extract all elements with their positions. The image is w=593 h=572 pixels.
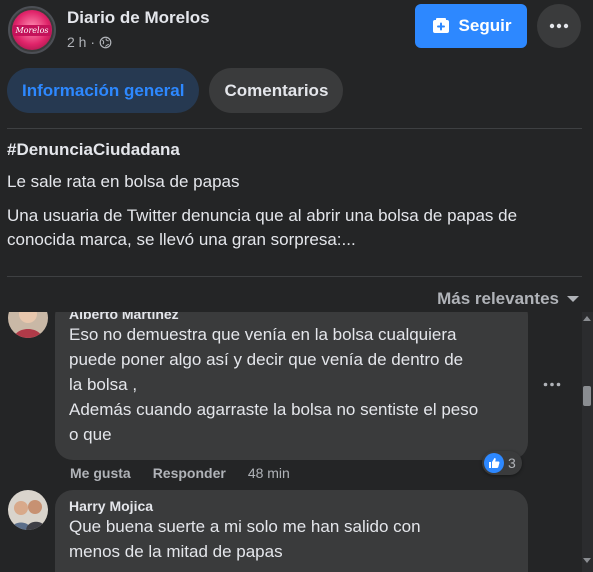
reply-button[interactable]: Responder: [153, 465, 226, 481]
sort-label: Más relevantes: [437, 289, 559, 308]
post-header: Morelos Diario de Morelos 2 h · Seguir: [0, 0, 593, 62]
commenter-name[interactable]: Alberto Martínez: [69, 312, 514, 322]
tab-general-info[interactable]: Información general: [7, 68, 200, 113]
more-options-button[interactable]: [537, 4, 581, 48]
commenter-name[interactable]: Harry Mojica: [69, 498, 514, 514]
comment-options-button[interactable]: [543, 374, 561, 392]
commenter-avatar[interactable]: [8, 312, 48, 338]
follow-label: Seguir: [458, 16, 512, 35]
more-dots-icon: [549, 23, 569, 29]
post-meta: 2 h ·: [67, 34, 112, 50]
commenter-avatar[interactable]: [8, 490, 48, 530]
page-logo: Morelos: [12, 10, 52, 50]
globe-icon: [99, 36, 112, 48]
page-name[interactable]: Diario de Morelos: [67, 8, 210, 28]
post-time[interactable]: 2 h ·: [67, 34, 95, 50]
comment-text: Eso no demuestra que venía en la bolsa c…: [69, 325, 479, 444]
comment-time[interactable]: 48 min: [248, 465, 290, 481]
hashtag-link[interactable]: #DenunciaCiudadana: [7, 140, 582, 160]
post-subtitle: Le sale rata en bolsa de papas: [7, 172, 240, 191]
comment-actions: Me gusta Responder 48 min: [70, 465, 290, 481]
comment-bubble: Harry Mojica Que buena suerte a mi solo …: [55, 490, 528, 572]
reaction-count: 3: [508, 455, 516, 471]
more-dots-icon: [543, 382, 561, 387]
page-avatar[interactable]: Morelos: [8, 6, 56, 54]
avatar-photo: [8, 312, 48, 338]
divider: [7, 128, 582, 129]
page-logo-text: Morelos: [13, 24, 51, 36]
avatar-photo: [8, 490, 48, 530]
divider: [7, 276, 582, 277]
comments-list: Alberto Martínez Eso no demuestra que ve…: [0, 312, 593, 572]
scrollbar[interactable]: [582, 312, 593, 572]
like-icon: [484, 453, 504, 473]
comment-text: Que buena suerte a mi solo me han salido…: [69, 517, 421, 561]
caret-down-icon: [567, 296, 579, 302]
tab-comments[interactable]: Comentarios: [209, 68, 344, 113]
post-text: Una usuaria de Twitter denuncia que al a…: [7, 206, 518, 249]
post-body: #DenunciaCiudadana Le sale rata en bolsa…: [7, 140, 582, 252]
scrollbar-thumb[interactable]: [583, 386, 591, 406]
comment-bubble: Alberto Martínez Eso no demuestra que ve…: [55, 312, 528, 460]
follow-page-icon: [432, 18, 449, 33]
comment-sort-dropdown[interactable]: Más relevantes: [437, 289, 579, 309]
reaction-count-badge[interactable]: 3: [482, 451, 522, 475]
follow-button[interactable]: Seguir: [415, 4, 527, 48]
tab-bar: Información general Comentarios: [7, 68, 344, 113]
scroll-up-arrow-icon[interactable]: [583, 316, 591, 321]
like-button[interactable]: Me gusta: [70, 465, 131, 481]
scroll-down-arrow-icon[interactable]: [583, 558, 591, 563]
